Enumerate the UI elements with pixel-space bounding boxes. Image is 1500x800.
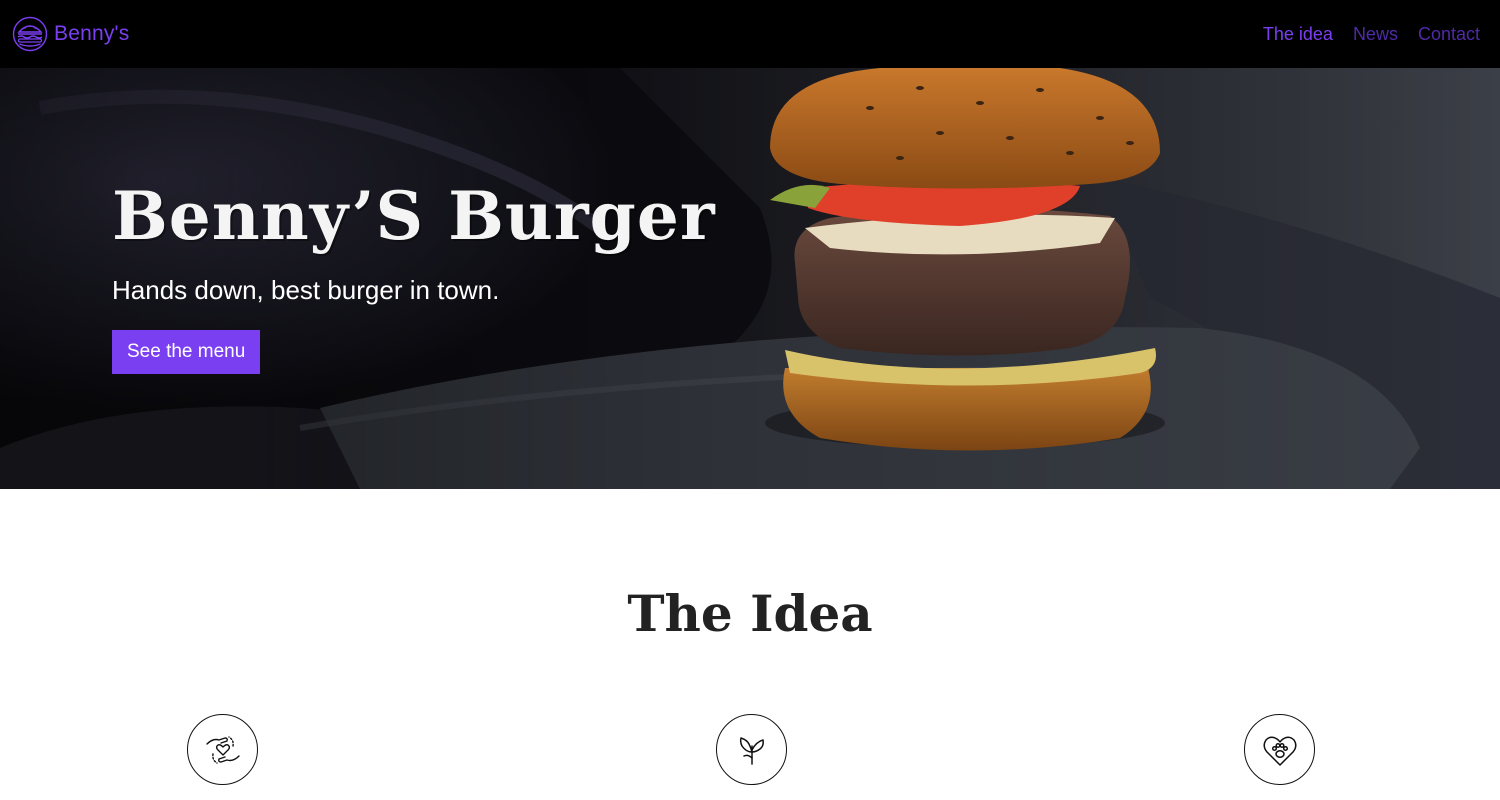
nav-link-the-idea[interactable]: The idea <box>1263 24 1333 45</box>
hero-title: Benny’S Burger <box>112 177 716 255</box>
navbar: Benny's The idea News Contact <box>0 0 1500 68</box>
hero-section: Benny’S Burger Hands down, best burger i… <box>0 68 1500 489</box>
brand-link[interactable]: Benny's <box>12 16 129 52</box>
idea-section-title: The Idea <box>627 584 873 643</box>
burger-icon <box>12 16 48 52</box>
nav-link-contact[interactable]: Contact <box>1418 24 1480 45</box>
nav-link-news[interactable]: News <box>1353 24 1398 45</box>
nav-links: The idea News Contact <box>1263 24 1480 45</box>
hero-subtitle: Hands down, best burger in town. <box>112 274 500 305</box>
heart-paw-icon <box>1244 714 1315 785</box>
hands-heart-icon <box>187 714 258 785</box>
brand-name: Benny's <box>54 22 130 45</box>
see-menu-button[interactable]: See the menu <box>112 329 261 374</box>
plant-sprout-icon <box>716 714 787 785</box>
hero-content: Benny’S Burger Hands down, best burger i… <box>112 180 716 374</box>
